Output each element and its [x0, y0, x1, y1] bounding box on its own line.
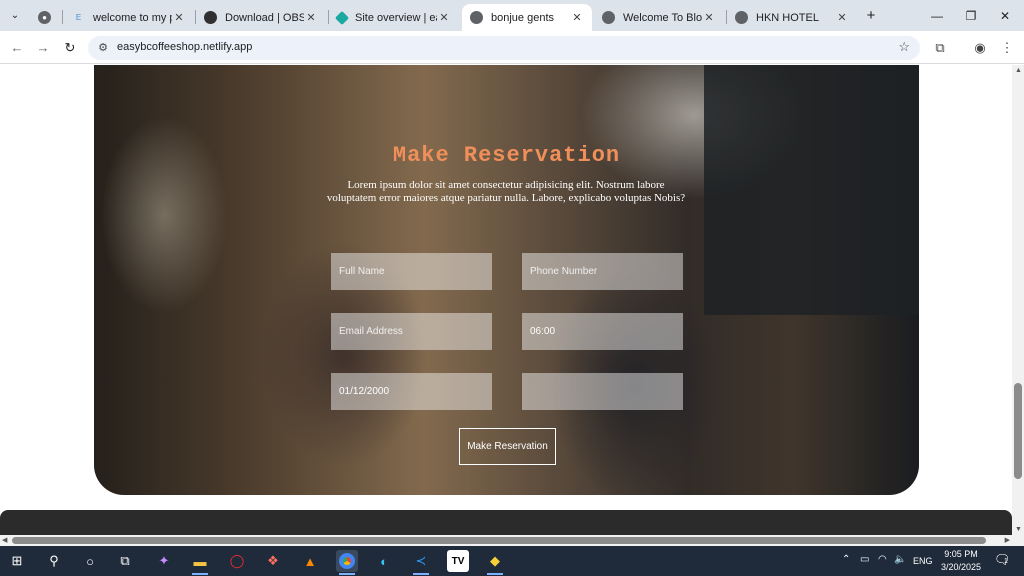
- scroll-down-icon[interactable]: ▼: [1015, 526, 1022, 533]
- reservation-title: Make Reservation: [392, 143, 621, 168]
- scrollbar-thumb[interactable]: [12, 537, 986, 544]
- minimize-icon: —: [931, 8, 943, 23]
- obs-logo-icon: [204, 11, 217, 24]
- url-text[interactable]: easybcoffeeshop.netlify.app: [117, 41, 252, 53]
- reload-icon: ↻: [64, 40, 76, 55]
- windows-start-icon[interactable]: ⊞: [6, 550, 28, 572]
- notification-count: 1: [1004, 558, 1008, 565]
- tab-label: Welcome To Bloem: [623, 11, 702, 24]
- arrow-left-icon: ←: [10, 40, 24, 55]
- restore-button[interactable]: ❐: [954, 0, 988, 31]
- globe-icon: [735, 11, 748, 24]
- menu-button[interactable]: ⋮: [998, 39, 1016, 57]
- close-icon: ✕: [999, 8, 1011, 23]
- tab-search-button[interactable]: ⌄: [6, 6, 24, 24]
- tab-0[interactable]: ●: [30, 4, 60, 31]
- new-tab-button[interactable]: +: [862, 7, 880, 25]
- wifi-icon[interactable]: ◠: [878, 554, 887, 565]
- clock-date: 3/20/2025: [940, 562, 982, 572]
- chrome-icon[interactable]: [336, 550, 358, 575]
- task-view-icon[interactable]: ⧉: [114, 550, 136, 572]
- tab-5[interactable]: Welcome To Bloem ✕: [594, 4, 724, 31]
- app-diamond-icon[interactable]: ◆: [484, 550, 506, 575]
- phone-number-input[interactable]: [522, 253, 683, 290]
- opera-icon[interactable]: ◯: [226, 550, 248, 572]
- close-icon[interactable]: ✕: [172, 11, 186, 24]
- globe-icon: [470, 11, 483, 24]
- tradingview-icon[interactable]: TV: [447, 550, 469, 572]
- close-icon[interactable]: ✕: [835, 11, 849, 24]
- tab-1[interactable]: E welcome to my pro ✕: [64, 4, 194, 31]
- tab-label: Download | OBS: [225, 11, 304, 24]
- tab-6[interactable]: HKN HOTEL ✕: [727, 4, 857, 31]
- system-clock[interactable]: 9:05 PM 3/20/2025: [936, 548, 986, 574]
- volume-icon[interactable]: 🔈: [894, 554, 906, 565]
- close-icon[interactable]: ✕: [570, 11, 584, 24]
- notification-icon[interactable]: 🗨: [994, 552, 1011, 568]
- extensions-button[interactable]: ⧉: [931, 39, 949, 57]
- close-window-button[interactable]: ✕: [988, 0, 1022, 31]
- scrollbar-thumb[interactable]: [1014, 383, 1022, 479]
- make-reservation-button[interactable]: Make Reservation: [459, 428, 556, 465]
- forward-button[interactable]: →: [34, 39, 52, 57]
- browser-toolbar: ← → ↻ ⚙ easybcoffeeshop.netlify.app ☆ ⧉ …: [0, 31, 1024, 64]
- globe-icon: [602, 11, 615, 24]
- figma-icon[interactable]: ❖: [262, 550, 284, 572]
- site-favicon-icon: E: [75, 13, 82, 22]
- account-icon: ◉: [974, 40, 986, 55]
- restore-icon: ❐: [965, 8, 977, 23]
- horizontal-scrollbar[interactable]: ◀ ▶: [0, 535, 1024, 546]
- profile-button[interactable]: ◉: [971, 39, 989, 57]
- full-name-input[interactable]: [331, 253, 492, 290]
- date-input[interactable]: [331, 373, 492, 410]
- tray-chevron-up-icon[interactable]: ⌃: [842, 554, 850, 565]
- edge-icon[interactable]: ◐: [373, 550, 395, 572]
- tab-3[interactable]: Site overview | easy ✕: [329, 4, 459, 31]
- minimize-button[interactable]: —: [920, 0, 954, 31]
- clock-time: 9:05 PM: [944, 549, 978, 559]
- back-button[interactable]: ←: [8, 39, 26, 57]
- file-explorer-icon[interactable]: ▬: [189, 550, 211, 575]
- kebab-menu-icon: ⋮: [1000, 40, 1014, 55]
- scroll-right-icon[interactable]: ▶: [1005, 536, 1010, 544]
- battery-icon[interactable]: ▭: [860, 554, 869, 565]
- windows-taskbar: ⊞ ⚲ ○ ⧉ ✦ ▬ ◯ ❖ ▲ ◐ ≺ TV ◆ ⌃ ▭ ◠ 🔈 ENG 9…: [0, 546, 1024, 576]
- scroll-up-icon[interactable]: ▲: [1015, 67, 1022, 74]
- chevron-down-icon: ⌄: [10, 9, 20, 21]
- tab-2[interactable]: Download | OBS ✕: [196, 4, 326, 31]
- netlify-diamond-icon: [334, 10, 350, 25]
- vlc-cone-icon[interactable]: ▲: [299, 550, 321, 572]
- close-icon[interactable]: ✕: [702, 11, 716, 24]
- arrow-right-icon: →: [36, 40, 50, 55]
- language-indicator[interactable]: ENG: [913, 556, 933, 566]
- time-input[interactable]: [522, 313, 683, 350]
- reservation-description: Lorem ipsum dolor sit amet consectetur a…: [326, 179, 686, 204]
- guests-input[interactable]: [522, 373, 683, 410]
- reservation-section: Make Reservation Lorem ipsum dolor sit a…: [94, 65, 919, 495]
- cortana-circle-icon[interactable]: ○: [79, 550, 101, 572]
- bookmark-star-icon[interactable]: ☆: [898, 39, 910, 55]
- tab-label: welcome to my pro: [93, 11, 172, 24]
- puzzle-icon: ⧉: [935, 40, 945, 55]
- reload-button[interactable]: ↻: [61, 39, 79, 57]
- vscode-icon[interactable]: ≺: [410, 550, 432, 575]
- page-viewport: Make Reservation Lorem ipsum dolor sit a…: [0, 65, 1012, 535]
- address-bar[interactable]: ⚙ easybcoffeeshop.netlify.app ☆: [88, 36, 920, 60]
- tab-label: HKN HOTEL: [756, 11, 819, 24]
- tab-label: bonjue gents: [491, 11, 554, 24]
- email-input[interactable]: [331, 313, 492, 350]
- next-section-dark: [0, 510, 1012, 535]
- close-icon[interactable]: ✕: [304, 11, 318, 24]
- vertical-scrollbar[interactable]: ▲ ▼: [1012, 65, 1024, 535]
- tab-strip: ⌄ ● E welcome to my pro ✕ Download | OBS…: [0, 0, 1024, 31]
- site-info-icon[interactable]: ⚙: [95, 40, 111, 56]
- copilot-icon[interactable]: ✦: [153, 550, 175, 572]
- scroll-left-icon[interactable]: ◀: [2, 536, 7, 544]
- close-icon[interactable]: ✕: [437, 11, 451, 24]
- tab-active[interactable]: bonjue gents ✕: [462, 4, 592, 31]
- tab-label: Site overview | easy: [355, 11, 437, 24]
- search-icon[interactable]: ⚲: [43, 550, 65, 572]
- globe-icon: ●: [38, 11, 51, 24]
